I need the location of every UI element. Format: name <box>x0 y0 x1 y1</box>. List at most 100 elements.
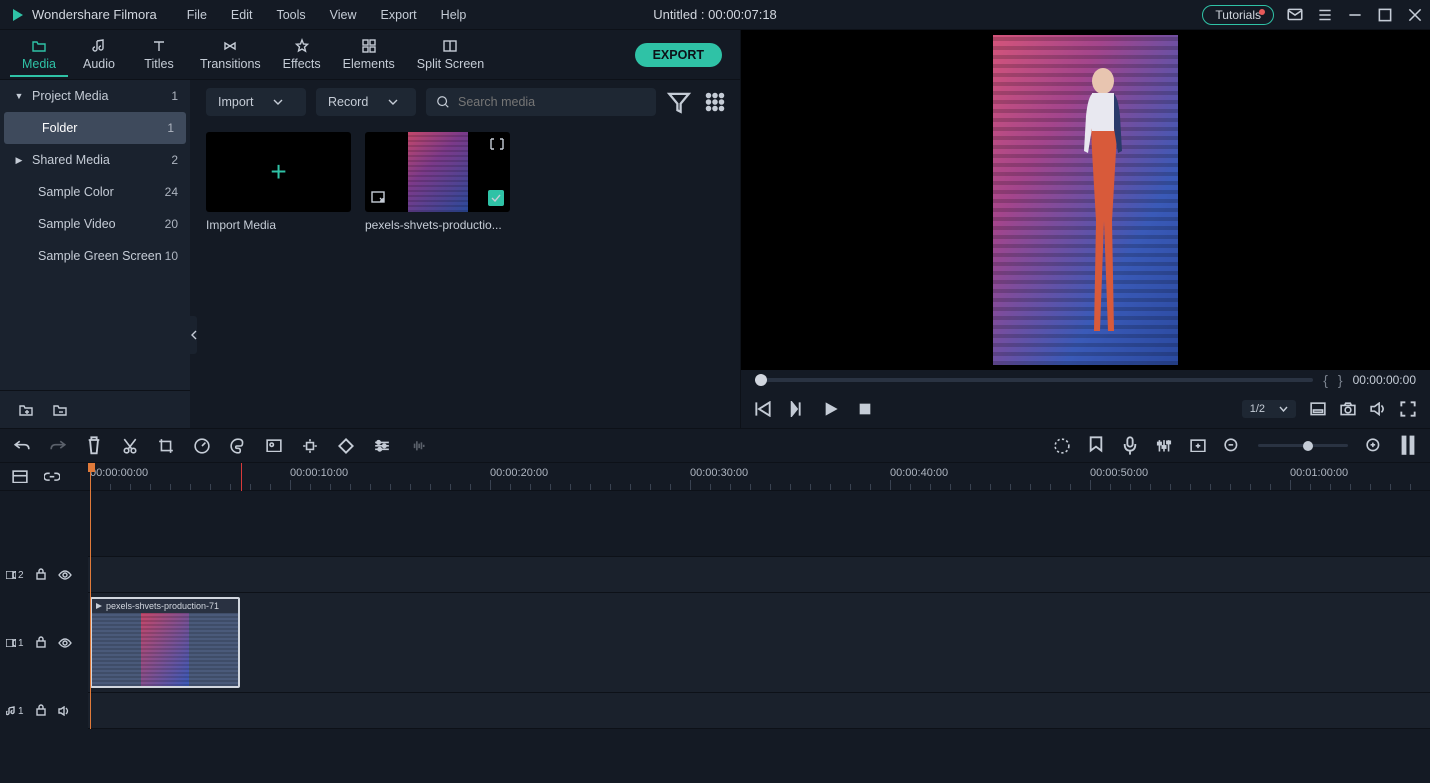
lock-icon[interactable] <box>36 636 46 651</box>
menu-export[interactable]: Export <box>371 4 427 26</box>
eye-icon[interactable] <box>58 636 72 651</box>
add-to-timeline-icon[interactable] <box>371 191 385 206</box>
keyframe-icon[interactable] <box>338 438 354 454</box>
voiceover-icon[interactable] <box>1122 438 1138 454</box>
delete-folder-icon[interactable] <box>52 402 68 418</box>
zoom-fit-icon[interactable] <box>1400 438 1416 454</box>
track-header-video2[interactable]: 2 <box>0 557 88 593</box>
preview-quality-icon[interactable] <box>1310 401 1326 417</box>
filter-icon[interactable] <box>666 89 692 115</box>
cut-icon[interactable] <box>122 438 138 454</box>
tab-titles[interactable]: Titles <box>130 34 188 75</box>
zoom-in-icon[interactable] <box>1366 438 1382 454</box>
import-media-card[interactable]: + Import Media <box>206 132 351 232</box>
video-track-2[interactable] <box>88 557 1430 593</box>
lock-icon[interactable] <box>36 568 46 583</box>
delete-icon[interactable] <box>86 438 102 454</box>
add-media-icon[interactable] <box>1190 438 1206 454</box>
play-pause-icon[interactable] <box>789 401 805 417</box>
close-icon[interactable] <box>1406 6 1424 24</box>
manage-tracks-icon[interactable] <box>12 469 28 485</box>
scrub-bar[interactable] <box>755 378 1313 382</box>
track-header-audio1[interactable]: 1 <box>0 693 88 729</box>
menu-view[interactable]: View <box>320 4 367 26</box>
play-icon <box>95 602 103 610</box>
menu-file[interactable]: File <box>177 4 217 26</box>
preview-scale-select[interactable]: 1/2 <box>1242 400 1296 418</box>
sidebar-folder[interactable]: Folder1 <box>4 112 186 144</box>
eye-icon[interactable] <box>58 568 72 583</box>
sidebar-sample-green-screen[interactable]: Sample Green Screen10 <box>0 240 190 272</box>
media-browser: Import Record + Import Media <box>190 80 740 428</box>
person-silhouette <box>1078 61 1128 341</box>
sidebar-shared-media[interactable]: ▶Shared Media2 <box>0 144 190 176</box>
render-icon[interactable] <box>1054 438 1070 454</box>
audio-track-1[interactable] <box>88 693 1430 729</box>
media-item[interactable]: pexels-shvets-productio... <box>365 132 510 232</box>
preview-viewport[interactable] <box>741 30 1430 370</box>
fullscreen-icon[interactable] <box>1400 401 1416 417</box>
timeline-ruler[interactable]: 00:00:00:0000:00:10:0000:00:20:0000:00:3… <box>88 463 1430 491</box>
adjust-icon[interactable] <box>374 438 390 454</box>
import-dropdown[interactable]: Import <box>206 88 306 116</box>
timeline-clip[interactable]: pexels-shvets-production-71 <box>90 597 240 688</box>
speed-icon[interactable] <box>194 438 210 454</box>
playhead[interactable] <box>90 463 91 729</box>
tab-media[interactable]: Media <box>10 34 68 77</box>
motion-track-icon[interactable] <box>302 438 318 454</box>
messages-icon[interactable] <box>1286 6 1304 24</box>
track-header-video1[interactable]: 1 <box>0 593 88 693</box>
volume-icon[interactable] <box>1370 401 1386 417</box>
zoom-out-icon[interactable] <box>1224 438 1240 454</box>
preview-frame <box>993 35 1178 365</box>
crop-icon[interactable] <box>158 438 174 454</box>
speaker-icon[interactable] <box>58 704 70 719</box>
green-screen-icon[interactable] <box>266 438 282 454</box>
media-thumbnail <box>408 132 468 212</box>
menu-tools[interactable]: Tools <box>266 4 315 26</box>
mark-in-icon[interactable]: { <box>1323 372 1328 388</box>
tutorials-button[interactable]: Tutorials <box>1202 5 1274 25</box>
app-title: Wondershare Filmora <box>32 7 157 22</box>
play-icon[interactable] <box>823 401 839 417</box>
sidebar-project-media[interactable]: ▼Project Media1 <box>0 80 190 112</box>
zoom-slider[interactable] <box>1258 444 1348 447</box>
audio-mixer-icon[interactable] <box>1156 438 1172 454</box>
menu-help[interactable]: Help <box>431 4 477 26</box>
full-clip-icon[interactable] <box>490 138 504 153</box>
minimize-icon[interactable] <box>1346 6 1364 24</box>
snapshot-icon[interactable] <box>1340 401 1356 417</box>
preview-panel: { } 00:00:00:00 1/2 <box>740 30 1430 428</box>
search-input[interactable] <box>426 88 656 116</box>
scrub-thumb[interactable] <box>755 374 767 386</box>
chevron-down-icon <box>1279 406 1288 412</box>
collapse-sidebar-icon[interactable] <box>190 316 197 354</box>
mark-out-icon[interactable]: } <box>1338 372 1343 388</box>
timeline-tracks[interactable]: 00:00:00:0000:00:10:0000:00:20:0000:00:3… <box>88 463 1430 729</box>
maximize-icon[interactable] <box>1376 6 1394 24</box>
grid-view-icon[interactable] <box>702 89 728 115</box>
step-back-icon[interactable] <box>755 401 771 417</box>
marker-icon[interactable] <box>1088 438 1104 454</box>
sidebar-sample-color[interactable]: Sample Color24 <box>0 176 190 208</box>
redo-icon[interactable] <box>50 438 66 454</box>
export-button[interactable]: EXPORT <box>635 43 722 67</box>
new-folder-icon[interactable] <box>18 402 34 418</box>
menu-edit[interactable]: Edit <box>221 4 263 26</box>
record-dropdown[interactable]: Record <box>316 88 416 116</box>
sidebar-sample-video[interactable]: Sample Video20 <box>0 208 190 240</box>
list-icon[interactable] <box>1316 6 1334 24</box>
audio-wave-icon[interactable] <box>410 438 426 454</box>
lock-icon[interactable] <box>36 704 46 719</box>
tab-elements[interactable]: Elements <box>333 34 405 75</box>
stop-icon[interactable] <box>857 401 873 417</box>
search-field[interactable] <box>458 95 646 109</box>
video-track-1[interactable]: pexels-shvets-production-71 <box>88 593 1430 693</box>
tab-effects[interactable]: Effects <box>273 34 331 75</box>
tab-transitions[interactable]: Transitions <box>190 34 271 75</box>
tab-split-screen[interactable]: Split Screen <box>407 34 494 75</box>
undo-icon[interactable] <box>14 438 30 454</box>
color-icon[interactable] <box>230 438 246 454</box>
tab-audio[interactable]: Audio <box>70 34 128 75</box>
toggle-link-icon[interactable] <box>44 469 60 485</box>
